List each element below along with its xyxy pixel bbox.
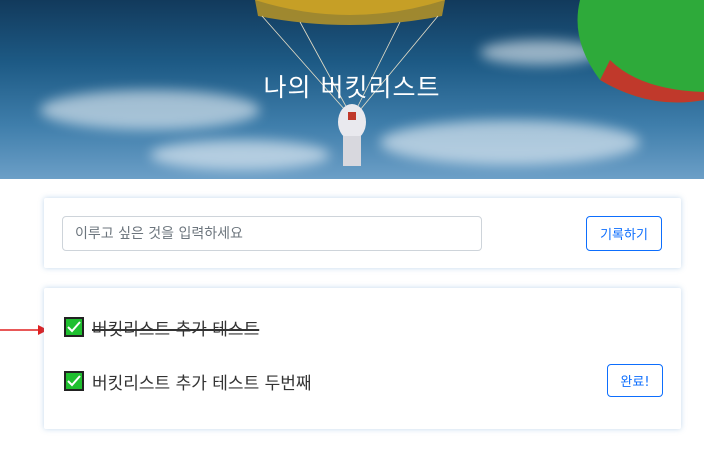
list-item-label: 버킷리스트 추가 테스트 [92, 319, 260, 340]
list-item-label: 버킷리스트 추가 테스트 두번째 [92, 373, 312, 394]
complete-button[interactable]: 완료! [607, 364, 663, 397]
hero-banner: 나의 버킷리스트 [0, 0, 704, 179]
input-card: 기록하기 [44, 198, 681, 268]
list-item: 버킷리스트 추가 테스트 [64, 316, 260, 340]
page-title: 나의 버킷리스트 [263, 73, 441, 102]
checkmark-icon [64, 317, 84, 337]
list-item: 버킷리스트 추가 테스트 두번째 [64, 370, 312, 394]
record-button[interactable]: 기록하기 [586, 216, 662, 251]
bucket-input[interactable] [62, 216, 482, 251]
bucket-list-card: 버킷리스트 추가 테스트 버킷리스트 추가 테스트 두번째 완료! [44, 288, 681, 429]
checkmark-icon [64, 371, 84, 391]
annotation-arrow [0, 325, 48, 335]
